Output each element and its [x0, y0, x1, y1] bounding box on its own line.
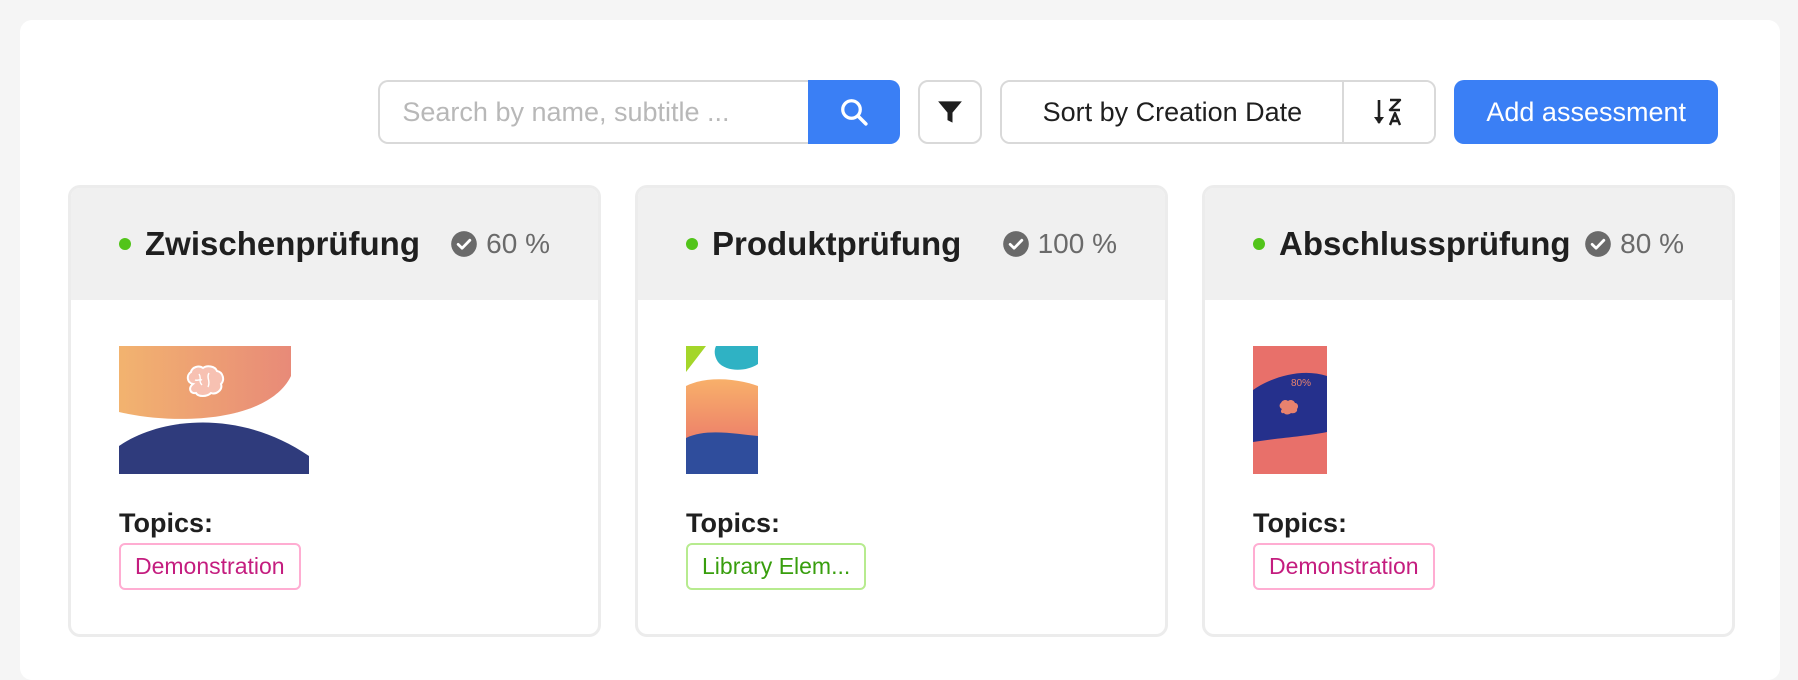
card-body: Topics: Library Elem... — [638, 300, 1165, 595]
brain-icon — [186, 365, 225, 397]
assessment-thumbnail: 80% — [1253, 346, 1327, 474]
card-title: Produktprüfung — [712, 225, 962, 262]
sort-order-button[interactable] — [1342, 82, 1435, 142]
card-header: Zwischenprüfung 60 % — [71, 188, 598, 300]
sort-z-a-icon — [1374, 98, 1402, 126]
status-dot — [686, 238, 698, 250]
status-dot — [119, 238, 131, 250]
card-header: Abschlussprüfung 80 % — [1205, 188, 1732, 300]
check-circle-icon — [451, 231, 478, 257]
score-text: 80 % — [1620, 228, 1684, 259]
assessment-cards: Zwischenprüfung 60 % Topics: Demonstrati… — [68, 185, 1735, 637]
search-input[interactable] — [378, 80, 809, 144]
sort-select-label: Sort by Creation Date — [1042, 96, 1303, 127]
assessment-card[interactable]: Abschlussprüfung 80 % 80% Topics: Demons… — [1202, 185, 1735, 637]
search-icon — [841, 99, 869, 126]
toolbar: Sort by Creation Date Add assessment — [378, 80, 1718, 144]
score-badge: 100 % — [1002, 228, 1117, 260]
card-title-wrap: Zwischenprüfung — [119, 225, 420, 263]
topics-label: Topics: — [119, 508, 213, 538]
topic-tag[interactable]: Library Elem... — [686, 543, 867, 590]
score-badge: 60 % — [450, 228, 550, 260]
search-button[interactable] — [808, 80, 901, 144]
assessment-card[interactable]: Zwischenprüfung 60 % Topics: Demonstrati… — [68, 185, 601, 637]
card-body: 80% Topics: Demonstration — [1205, 300, 1732, 595]
score-badge: 80 % — [1584, 228, 1684, 260]
add-assessment-button[interactable]: Add assessment — [1454, 80, 1718, 144]
assessments-panel: Sort by Creation Date Add assessment Zwi… — [20, 20, 1780, 680]
topic-tag[interactable]: Demonstration — [119, 543, 301, 590]
topics-label: Topics: — [686, 508, 780, 538]
assessment-thumbnail — [686, 346, 758, 474]
card-title: Zwischenprüfung — [145, 225, 420, 262]
filter-icon — [938, 101, 963, 123]
topics-label: Topics: — [1253, 508, 1347, 538]
topic-tag[interactable]: Demonstration — [1253, 543, 1435, 590]
check-circle-icon — [1585, 231, 1612, 257]
sort-select[interactable]: Sort by Creation Date — [1002, 82, 1343, 142]
card-header: Produktprüfung 100 % — [638, 188, 1165, 300]
card-title-wrap: Abschlussprüfung — [1253, 225, 1571, 263]
sort-group: Sort by Creation Date — [1000, 80, 1437, 144]
filter-button[interactable] — [918, 80, 983, 144]
card-body: Topics: Demonstration — [71, 300, 598, 595]
thumbnail-percent: 80% — [1291, 378, 1311, 389]
assessment-thumbnail — [119, 346, 309, 474]
card-title: Abschlussprüfung — [1279, 225, 1571, 262]
score-text: 60 % — [486, 228, 550, 259]
search-group — [378, 80, 901, 144]
score-text: 100 % — [1037, 228, 1117, 259]
status-dot — [1253, 238, 1265, 250]
card-title-wrap: Produktprüfung — [686, 225, 961, 263]
check-circle-icon — [1002, 231, 1029, 257]
assessment-card[interactable]: Produktprüfung 100 % Topics: Library Ele… — [635, 185, 1168, 637]
